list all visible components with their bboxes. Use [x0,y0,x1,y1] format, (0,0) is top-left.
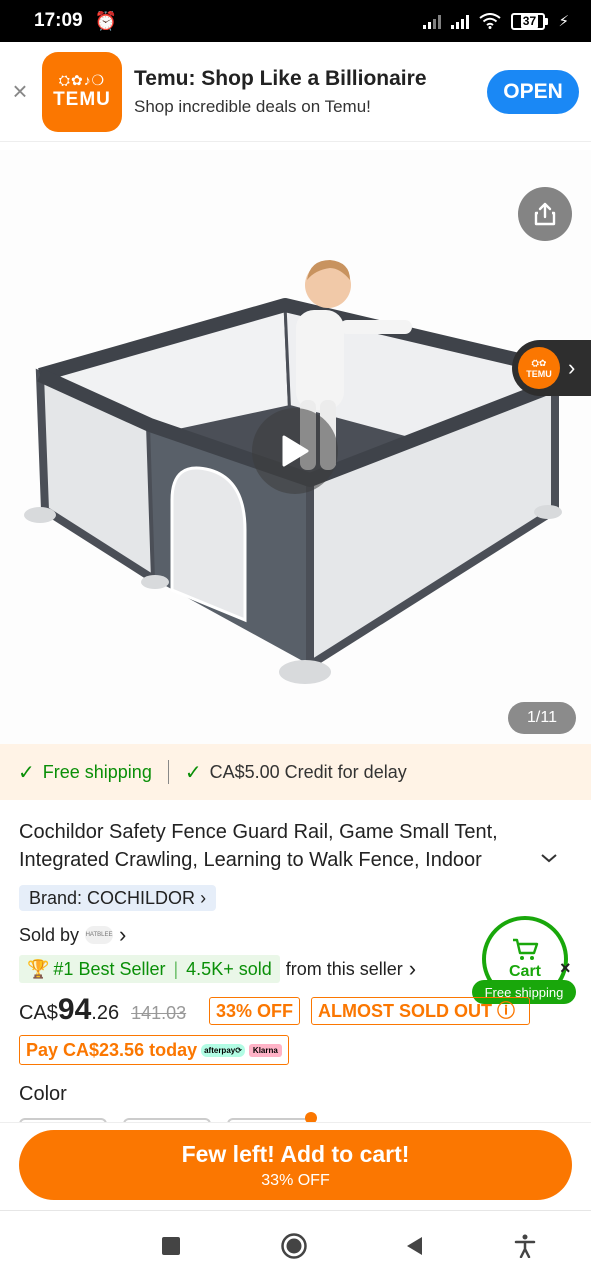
store-logo: ⛭✿ TEMU [518,347,560,389]
close-icon[interactable]: × [560,958,571,979]
logo-word: TEMU [53,89,111,110]
from-seller-text: from this seller [285,958,403,979]
shipping-info[interactable]: ✓ Free shipping ✓ CA$5.00 Credit for del… [0,744,591,800]
chevron-right-icon: › [568,355,576,380]
chevron-right-icon: › [200,888,207,908]
price-row: CA$ 94 .26 141.03 [19,993,186,1027]
image-counter: 1/11 [508,702,576,734]
open-app-button[interactable]: OPEN [487,69,579,114]
banner-title: Temu: Shop Like a Billionaire [134,66,427,90]
sold-by-row[interactable]: Sold by HATBLEE › [19,922,126,948]
charging-icon: ⚡ [558,13,569,30]
almost-sold-out-badge[interactable]: ALMOST SOLD OUT ⓘ [311,997,530,1025]
home-button[interactable] [279,1231,309,1261]
store-badge-text: TEMU [526,368,552,379]
temu-logo: ⛭✿♪❍ TEMU [42,51,122,132]
banner-subtitle: Shop incredible deals on Temu! [134,96,371,116]
color-label: Color [19,1083,67,1105]
chevron-down-icon[interactable] [540,848,558,869]
afterpay-logo: afterpay⟳ [201,1043,245,1057]
square-icon [162,1237,180,1255]
sold-by-label: Sold by [19,924,80,945]
product-gallery[interactable]: ⛭✿ TEMU › 1/11 [0,150,591,744]
seller-logo: HATBLEE [85,926,114,944]
price-decimal: .26 [91,1002,120,1024]
help-icon: ⓘ [497,1001,516,1021]
battery-icon: 37 [511,12,549,30]
share-button[interactable] [518,187,572,241]
wifi-icon [479,13,502,29]
signal-icon-2 [451,13,470,29]
pay-today-text: Pay CA$23.56 today [26,1039,198,1060]
free-shipping-text: Free shipping [42,761,152,782]
brand-chip[interactable]: Brand: COCHILDOR › [19,885,217,911]
recents-button[interactable] [156,1231,186,1261]
chevron-right-icon: › [408,956,417,981]
credit-text: CA$5.00 Credit for delay [209,761,407,782]
cta-subtitle: 33% OFF [261,1171,330,1189]
pay-later-badge[interactable]: Pay CA$23.56 today afterpay⟳ Klarna [19,1035,289,1065]
discount-badge: 33% OFF [209,997,301,1025]
circle-icon [281,1233,307,1259]
add-to-cart-button[interactable]: Few left! Add to cart! 33% OFF [19,1130,572,1200]
cart-icon [513,938,539,960]
signal-icon [423,13,442,29]
sold-count: 4.5K+ sold [186,959,272,979]
best-seller-tag: 🏆 #1 Best Seller | 4.5K+ sold [19,955,280,983]
close-banner-icon[interactable]: × [0,76,40,107]
original-price: 141.03 [131,1003,187,1023]
check-icon-2: ✓ [184,761,202,784]
cta-title: Few left! Add to cart! [181,1140,410,1167]
status-bar: 17:09 ⏰ 37 ⚡ [0,0,591,42]
divider: | [173,959,179,979]
share-icon [534,202,556,226]
brand-label: Brand: COCHILDOR [29,888,196,908]
klarna-logo: Klarna [248,1043,282,1057]
alarm-icon: ⏰ [94,10,118,31]
battery-level: 37 [520,13,539,28]
trophy-icon: 🏆 [27,959,50,979]
best-seller-row[interactable]: 🏆 #1 Best Seller | 4.5K+ sold from this … [19,955,416,983]
logo-glyphs: ⛭✿♪❍ [58,72,106,88]
store-entry-tab[interactable]: ⛭✿ TEMU › [512,340,591,396]
play-icon [282,435,309,467]
almost-sold-text: ALMOST SOLD OUT [318,1001,492,1021]
chevron-right-icon: › [119,922,127,947]
accessibility-button[interactable] [510,1231,540,1261]
play-video-button[interactable] [252,408,338,494]
status-time: 17:09 [34,10,83,31]
system-nav-bar [0,1210,591,1280]
price-integer: 94 [57,993,92,1026]
triangle-back-icon [407,1237,422,1255]
back-button[interactable] [399,1231,429,1261]
divider [167,760,169,784]
accessibility-icon [514,1234,536,1258]
check-icon: ✓ [18,761,35,784]
best-seller-text: #1 Best Seller [53,959,166,979]
cart-label: Cart [508,963,541,980]
price-currency: CA$ [19,1002,58,1024]
product-title: Cochildor Safety Fence Guard Rail, Game … [19,821,498,871]
app-banner: × ⛭✿♪❍ TEMU Temu: Shop Like a Billionair… [0,42,591,142]
